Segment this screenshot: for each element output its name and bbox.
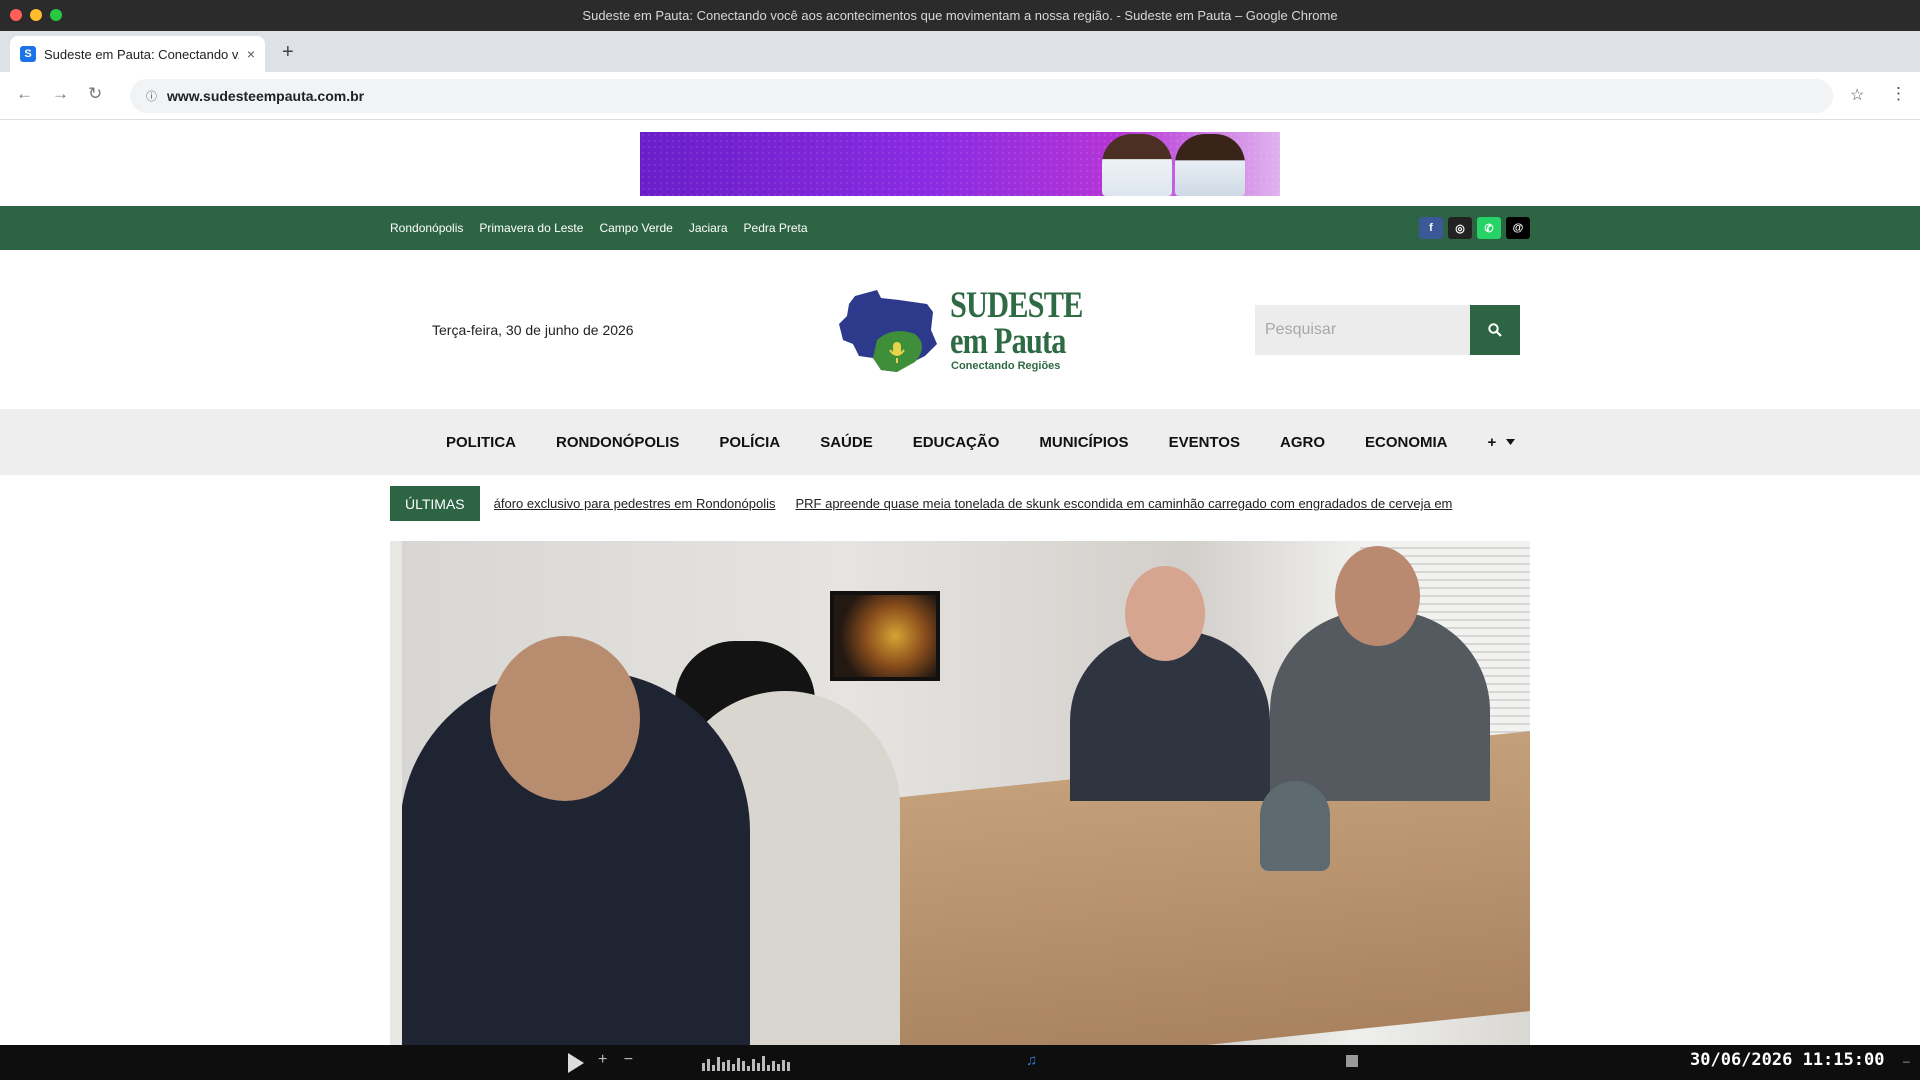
current-date: Terça-feira, 30 de junho de 2026 [432,322,634,338]
threads-icon[interactable]: @ [1506,217,1530,239]
banner-person-1 [1102,134,1172,196]
logo-title: SUDESTE em Pauta [950,285,1083,362]
city-link-campo-verde[interactable]: Campo Verde [599,221,672,235]
window-icon[interactable] [1346,1055,1358,1067]
search-input[interactable] [1255,305,1470,355]
window-controls [10,9,62,21]
maximize-window-button[interactable] [50,9,62,21]
map-logo-icon [839,290,937,372]
ticker-items: áforo exclusivo para pedestres em Rondon… [494,496,1464,511]
social-links: f ◎ ✆ @ [1419,217,1530,239]
browser-menu-icon[interactable]: ⋮ [1890,84,1907,104]
city-link-rondonopolis[interactable]: Rondonópolis [390,221,463,235]
city-link-pedra-preta[interactable]: Pedra Preta [744,221,808,235]
whatsapp-icon[interactable]: ✆ [1477,217,1501,239]
window-title: Sudeste em Pauta: Conectando você aos ac… [582,8,1338,23]
site-info-icon[interactable]: ⓘ [146,88,157,104]
url-text: www.sudesteempauta.com.br [167,88,365,104]
city-links: Rondonópolis Primavera do Leste Campo Ve… [390,206,808,250]
new-tab-button[interactable]: + [282,41,294,64]
main-nav: POLITICA RONDONÓPOLIS POLÍCIA SAÚDE EDUC… [0,409,1920,475]
news-ticker: ÚLTIMAS áforo exclusivo para pedestres e… [390,486,1464,521]
facebook-icon[interactable]: f [1419,217,1443,239]
search-icon [1488,323,1502,337]
nav-more-menu[interactable]: + [1487,433,1516,451]
city-link-jaciara[interactable]: Jaciara [689,221,728,235]
instagram-icon[interactable]: ◎ [1448,217,1472,239]
plus-icon: + [1487,433,1497,451]
minimize-window-button[interactable] [30,9,42,21]
nav-item-economia[interactable]: ECONOMIA [1365,434,1448,451]
back-icon[interactable]: ← [16,84,33,104]
clock: 30/06/2026 11:15:00 [1690,1050,1885,1070]
close-window-button[interactable] [10,9,22,21]
nav-item-politica[interactable]: POLITICA [446,434,516,451]
play-icon[interactable] [568,1053,584,1073]
nav-item-policia[interactable]: POLÍCIA [719,434,780,451]
ticker-item[interactable]: PRF apreende quase meia tonelada de skun… [795,496,1452,511]
caret-down-icon [1506,439,1516,445]
banner-ad[interactable] [640,132,1280,196]
nav-item-saude[interactable]: SAÚDE [820,434,873,451]
ticker-item[interactable]: áforo exclusivo para pedestres em Rondon… [494,496,776,511]
address-bar[interactable]: ⓘ www.sudesteempauta.com.br [130,79,1833,113]
volume-controls[interactable]: + − [598,1051,639,1069]
tab-close-icon[interactable]: × [247,46,255,62]
music-note-icon[interactable]: ♫ [1026,1052,1037,1069]
monitor-in-photo [830,591,940,681]
main-nav-items: POLITICA RONDONÓPOLIS POLÍCIA SAÚDE EDUC… [446,409,1516,475]
tab-title: Sudeste em Pauta: Conectando v... [44,46,239,62]
minimize-panel-icon[interactable]: – [1903,1054,1910,1068]
equalizer-icon [702,1055,790,1071]
nav-item-agro[interactable]: AGRO [1280,434,1325,451]
browser-toolbar: ← → ↻ ⓘ www.sudesteempauta.com.br ☆ ⋮ [0,72,1920,120]
banner-person-2 [1175,134,1245,196]
site-favicon-icon: S [20,46,36,62]
window-titlebar: Sudeste em Pauta: Conectando você aos ac… [0,0,1920,31]
forward-icon[interactable]: → [52,84,69,104]
city-link-primavera-do-leste[interactable]: Primavera do Leste [479,221,583,235]
nav-item-educacao[interactable]: EDUCAÇÃO [913,434,1000,451]
reload-icon[interactable]: ↻ [88,84,102,104]
featured-news-image[interactable] [390,541,1530,1045]
nav-item-municipios[interactable]: MUNICÍPIOS [1039,434,1128,451]
search-form [1255,305,1520,355]
tab-active[interactable]: S Sudeste em Pauta: Conectando v... × [10,36,265,72]
system-taskbar: + − ♫ 30/06/2026 11:15:00 – [0,1045,1920,1080]
site-logo[interactable]: SUDESTE em Pauta Conectando Regiões [837,286,1087,376]
top-bar: Rondonópolis Primavera do Leste Campo Ve… [0,206,1920,250]
nav-item-eventos[interactable]: EVENTOS [1169,434,1240,451]
bookmark-star-icon[interactable]: ☆ [1850,85,1864,105]
search-button[interactable] [1470,305,1520,355]
tab-strip: S Sudeste em Pauta: Conectando v... × + [0,31,1920,72]
ticker-label: ÚLTIMAS [390,486,480,521]
logo-subtitle: Conectando Regiões [951,360,1061,372]
nav-item-rondonopolis[interactable]: RONDONÓPOLIS [556,434,679,451]
